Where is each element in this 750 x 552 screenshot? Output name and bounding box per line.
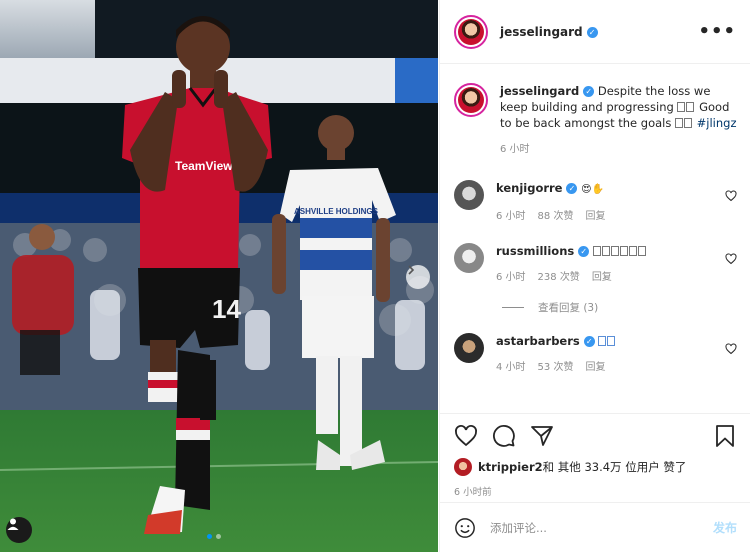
verified-badge-icon: ✓ bbox=[583, 86, 595, 97]
comment-text: 😍✋ bbox=[581, 184, 605, 195]
reply-button[interactable]: 回复 bbox=[592, 270, 612, 286]
emoji-placeholder bbox=[592, 244, 647, 258]
heart-icon[interactable] bbox=[725, 343, 737, 355]
comment-icon[interactable] bbox=[492, 424, 516, 448]
bookmark-icon[interactable] bbox=[713, 424, 737, 448]
author-avatar[interactable] bbox=[454, 14, 488, 49]
comments-list[interactable]: jesselingard ✓ Despite the loss we keep b… bbox=[440, 65, 750, 413]
comment-username[interactable]: russmillions bbox=[496, 244, 574, 258]
caption-username[interactable]: jesselingard bbox=[500, 84, 579, 98]
comment-username[interactable]: kenjigorre bbox=[496, 181, 562, 195]
carousel-dot bbox=[207, 534, 212, 539]
comment-time: 4 小时 bbox=[496, 362, 526, 373]
reply-button[interactable]: 回复 bbox=[585, 360, 605, 376]
post-photo[interactable]: ASHVILLE HOLDINGS TeamViewer 14 bbox=[0, 0, 438, 552]
caption-avatar[interactable] bbox=[454, 83, 488, 117]
tagged-users-button[interactable] bbox=[6, 517, 32, 543]
photo-illustration: ASHVILLE HOLDINGS TeamViewer 14 bbox=[0, 0, 438, 552]
likes-summary[interactable]: ktrippier2 和 其他 33.4万 位用户 赞了 bbox=[454, 458, 737, 476]
emoji-icon[interactable] bbox=[454, 517, 476, 539]
commenter-avatar[interactable] bbox=[454, 243, 484, 273]
liker-avatar[interactable] bbox=[454, 458, 472, 476]
comment-item: astarbarbers ✓ 4 小时 53 次赞 回复 bbox=[454, 333, 737, 376]
verified-badge-icon: ✓ bbox=[586, 26, 598, 38]
emoji-placeholder bbox=[677, 100, 695, 114]
jersey-number: 14 bbox=[212, 294, 241, 324]
carousel-dot bbox=[216, 534, 221, 539]
user-icon bbox=[7, 518, 19, 530]
opponent-sponsor: ASHVILLE HOLDINGS bbox=[294, 207, 379, 216]
post-header: jesselingard ✓ ••• bbox=[440, 0, 750, 64]
post-actions: ktrippier2 和 其他 33.4万 位用户 赞了 6 小时前 bbox=[440, 413, 750, 498]
commenter-avatar[interactable] bbox=[454, 180, 484, 210]
view-replies-button[interactable]: 查看回复 (3) bbox=[502, 300, 737, 315]
verified-badge-icon: ✓ bbox=[583, 336, 595, 347]
author-username[interactable]: jesselingard ✓ bbox=[500, 25, 598, 39]
comment-item: russmillions ✓ 6 小时 238 次赞 回复 bbox=[454, 243, 737, 286]
heart-icon[interactable] bbox=[725, 190, 737, 202]
reply-button[interactable]: 回复 bbox=[585, 209, 605, 225]
caption-time: 6 小时 bbox=[500, 144, 530, 155]
comment-time: 6 小时 bbox=[496, 272, 526, 283]
emoji-placeholder bbox=[598, 334, 616, 348]
comment-input[interactable]: 添加评论... bbox=[490, 520, 713, 536]
carousel-dots bbox=[207, 534, 221, 539]
heart-icon[interactable] bbox=[725, 253, 737, 265]
verified-badge-icon: ✓ bbox=[578, 246, 590, 257]
commenter-avatar[interactable] bbox=[454, 333, 484, 363]
caption: jesselingard ✓ Despite the loss we keep b… bbox=[454, 83, 737, 158]
comment-likes[interactable]: 238 次赞 bbox=[538, 270, 580, 286]
heart-icon[interactable] bbox=[454, 424, 478, 448]
comment-likes[interactable]: 53 次赞 bbox=[538, 360, 574, 376]
post-comment-button[interactable]: 发布 bbox=[713, 519, 737, 536]
post-side-panel: jesselingard ✓ ••• jesselingard ✓ Despite … bbox=[439, 0, 750, 552]
share-icon[interactable] bbox=[530, 424, 554, 448]
liker-username[interactable]: ktrippier2 bbox=[478, 460, 543, 474]
comment-item: kenjigorre ✓ 😍✋ 6 小时 88 次赞 回复 bbox=[454, 180, 737, 225]
carousel-next-button[interactable] bbox=[406, 265, 430, 289]
post-time: 6 小时前 bbox=[454, 487, 492, 498]
chevron-right-icon bbox=[408, 265, 415, 275]
comment-time: 6 小时 bbox=[496, 211, 526, 222]
more-icon[interactable]: ••• bbox=[698, 21, 736, 42]
emoji-placeholder bbox=[675, 116, 693, 130]
comment-username[interactable]: astarbarbers bbox=[496, 334, 580, 348]
add-comment-bar: 添加评论... 发布 bbox=[440, 502, 750, 552]
likes-text: 和 其他 33.4万 位用户 赞了 bbox=[542, 460, 687, 474]
comment-likes[interactable]: 88 次赞 bbox=[538, 209, 574, 225]
verified-badge-icon: ✓ bbox=[566, 183, 578, 194]
hashtag-link[interactable]: #jlingz bbox=[697, 116, 737, 130]
